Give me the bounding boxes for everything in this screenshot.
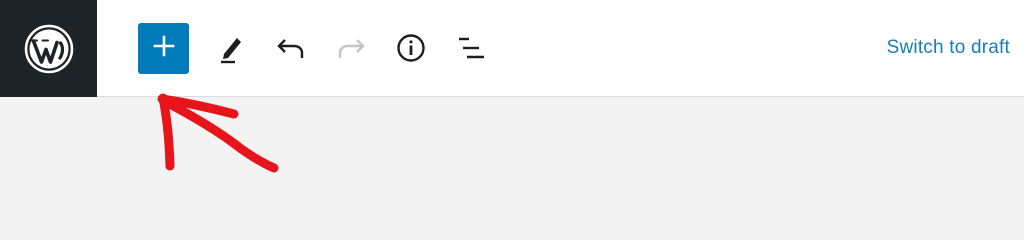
editor-page: Switch to draft [0, 0, 1024, 213]
add-block-button[interactable] [138, 23, 189, 74]
redo-icon [335, 32, 367, 64]
editor-top-toolbar: Switch to draft [0, 0, 1024, 97]
info-icon [395, 32, 427, 64]
tools-button[interactable] [213, 30, 249, 66]
undo-button[interactable] [273, 30, 309, 66]
pencil-icon [215, 32, 247, 64]
undo-icon [275, 32, 307, 64]
redo-button[interactable] [333, 30, 369, 66]
plus-icon [153, 35, 175, 62]
wordpress-logo-icon [24, 24, 74, 74]
list-view-icon [455, 32, 487, 64]
switch-to-draft-button[interactable]: Switch to draft [887, 36, 1010, 60]
details-button[interactable] [393, 30, 429, 66]
list-view-button[interactable] [453, 30, 489, 66]
wordpress-logo-button[interactable] [0, 0, 97, 97]
